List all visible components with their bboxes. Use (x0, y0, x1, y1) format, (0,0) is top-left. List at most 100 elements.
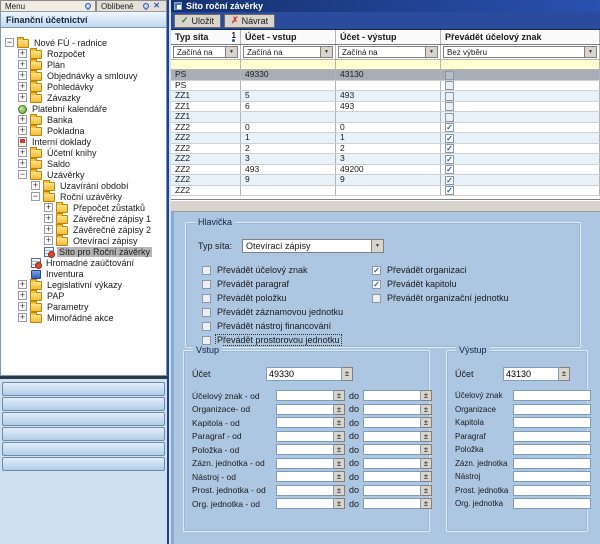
tree-item-selected[interactable]: Síto pro Roční závěrky (1, 246, 166, 257)
chevron-down-icon[interactable]: ▼ (320, 47, 332, 57)
spinner-button[interactable]: ± (421, 431, 432, 442)
checkbox-box[interactable] (372, 294, 381, 303)
new-row-entry[interactable] (171, 60, 600, 70)
table-row[interactable]: ZZ2 0 0 ✓ (171, 123, 600, 134)
checkbox-box[interactable]: ✓ (372, 280, 381, 289)
tree-item[interactable]: + Legislativní výkazy (1, 279, 166, 290)
module-button[interactable] (2, 412, 165, 426)
table-row[interactable]: ZZ2 2 2 ✓ (171, 144, 600, 155)
tree-expander[interactable]: − (5, 38, 14, 47)
filter-combo-vystup[interactable]: Začíná na▼ (338, 46, 438, 58)
tree-expander[interactable]: + (18, 280, 27, 289)
pin-icon[interactable] (84, 2, 92, 10)
tree-expander[interactable]: + (18, 49, 27, 58)
tree-item[interactable]: + Mimořádné akce (1, 312, 166, 323)
value-input[interactable] (513, 458, 591, 469)
spinner-button[interactable]: ± (421, 390, 432, 401)
from-input[interactable] (276, 417, 334, 428)
chevron-down-icon[interactable]: ▼ (584, 47, 596, 57)
tree-expander[interactable]: + (18, 148, 27, 157)
tree-expander[interactable]: + (18, 126, 27, 135)
from-input[interactable] (276, 485, 334, 496)
chevron-down-icon[interactable]: ▼ (371, 240, 383, 252)
tree-item[interactable]: + Pokladna (1, 125, 166, 136)
row-checkbox[interactable]: ✓ (445, 123, 454, 132)
spinner-button[interactable]: ± (334, 404, 345, 415)
spinner-button[interactable]: ± (334, 417, 345, 428)
tree-expander[interactable]: + (18, 93, 27, 102)
from-input[interactable] (276, 458, 334, 469)
save-button[interactable]: ✓ Uložit (174, 14, 221, 28)
checkbox-box[interactable] (202, 336, 211, 345)
spinner-button[interactable]: ± (421, 485, 432, 496)
spinner-button[interactable]: ± (559, 367, 570, 381)
checkbox-item[interactable]: Převádět paragraf (202, 277, 344, 291)
to-input[interactable] (363, 498, 421, 509)
tree-expander[interactable]: + (44, 236, 53, 245)
row-checkbox[interactable] (445, 102, 454, 111)
tree-item[interactable]: + Pohledávky (1, 81, 166, 92)
module-button[interactable] (2, 397, 165, 411)
back-button[interactable]: ✗ Návrat (224, 14, 275, 28)
table-row[interactable]: ZZ2 ✓ (171, 186, 600, 197)
spinner-button[interactable]: ± (334, 458, 345, 469)
module-button[interactable] (2, 457, 165, 471)
tree-item[interactable]: Hromadné zaúčtování (1, 257, 166, 268)
tab-oblibene[interactable]: Oblíbené ✕ (96, 0, 167, 11)
table-row[interactable]: ZZ2 493 49200 ✓ (171, 165, 600, 176)
spinner-button[interactable]: ± (334, 498, 345, 509)
to-input[interactable] (363, 404, 421, 415)
module-button[interactable] (2, 382, 165, 396)
checkbox-item[interactable]: Převádět položku (202, 291, 344, 305)
value-input[interactable] (513, 431, 591, 442)
column-header-ucet-vstup[interactable]: Účet - vstup (241, 30, 336, 44)
tree-item[interactable]: − Roční uzávěrky (1, 191, 166, 202)
to-input[interactable] (363, 471, 421, 482)
tree-expander[interactable]: + (31, 181, 40, 190)
to-input[interactable] (363, 390, 421, 401)
filter-combo-typ[interactable]: Začíná na▼ (173, 46, 238, 58)
tree-item[interactable]: + Přepočet zůstatků (1, 202, 166, 213)
spinner-button[interactable]: ± (334, 485, 345, 496)
tree-expander[interactable]: − (31, 192, 40, 201)
checkbox-item[interactable]: Převádět prostorovou jednotku (202, 333, 344, 347)
tree-item[interactable]: + Saldo (1, 158, 166, 169)
from-input[interactable] (276, 471, 334, 482)
tree-item[interactable]: + Uzavírání období (1, 180, 166, 191)
checkbox-box[interactable] (202, 266, 211, 275)
close-icon[interactable]: ✕ (151, 2, 162, 10)
tree-expander[interactable]: + (18, 82, 27, 91)
tree-expander[interactable]: + (18, 302, 27, 311)
spinner-button[interactable]: ± (421, 498, 432, 509)
tree-item[interactable]: + Objednávky a smlouvy (1, 70, 166, 81)
value-input[interactable] (513, 390, 591, 401)
row-checkbox[interactable] (445, 113, 454, 122)
column-header-typ-sita[interactable]: Typ síta 1 (171, 30, 241, 44)
checkbox-item[interactable]: Převádět záznamovou jednotku (202, 305, 344, 319)
module-button[interactable] (2, 427, 165, 441)
checkbox-box[interactable] (202, 294, 211, 303)
checkbox-item[interactable]: Převádět účelový znak (202, 263, 344, 277)
from-input[interactable] (276, 404, 334, 415)
tree-item[interactable]: + Účetní knihy (1, 147, 166, 158)
to-input[interactable] (363, 417, 421, 428)
tree-expander[interactable]: + (44, 203, 53, 212)
to-input[interactable] (363, 431, 421, 442)
column-header-prevadet[interactable]: Převádět účelový znak (441, 30, 600, 44)
table-row[interactable]: ZZ2 3 3 ✓ (171, 154, 600, 165)
column-header-ucet-vystup[interactable]: Účet - výstup (336, 30, 441, 44)
from-input[interactable] (276, 444, 334, 455)
module-button[interactable] (2, 442, 165, 456)
row-checkbox[interactable] (445, 92, 454, 101)
tree-expander[interactable]: − (18, 170, 27, 179)
checkbox-box[interactable] (202, 322, 211, 331)
ucet-vystup-input[interactable] (503, 367, 559, 381)
row-checkbox[interactable]: ✓ (445, 155, 454, 164)
checkbox-box[interactable] (202, 280, 211, 289)
row-checkbox[interactable]: ✓ (445, 144, 454, 153)
checkbox-item[interactable]: ✓ Převádět kapitolu (372, 277, 510, 291)
tree-item[interactable]: Interní doklady (1, 136, 166, 147)
to-input[interactable] (363, 485, 421, 496)
row-checkbox[interactable] (445, 71, 454, 80)
spinner-button[interactable]: ± (334, 431, 345, 442)
